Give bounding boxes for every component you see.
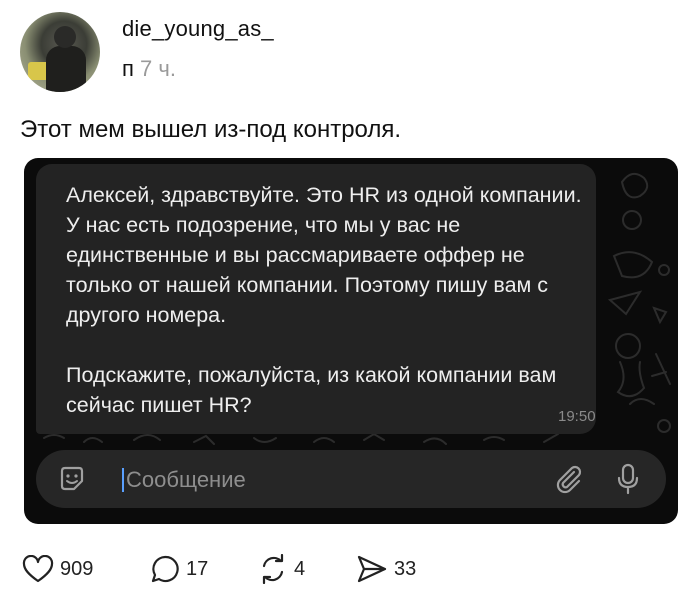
meta-prefix: п [122,56,134,81]
share-count: 33 [394,557,417,580]
message-input-bar[interactable]: Сообщение [36,450,666,508]
attach-icon[interactable] [554,464,584,494]
message-time: 19:50 [558,408,596,425]
post-meta: п 7 ч. [122,56,176,82]
message-input[interactable]: Сообщение [126,467,246,493]
share-button[interactable]: 33 [356,554,416,584]
chat-screenshot: Алексей, здравствуйте. Это HR из одной к… [24,158,678,524]
avatar-photo-detail [54,26,76,48]
post-actions: 909 17 4 33 [22,554,442,584]
repost-icon [262,554,284,584]
like-count: 909 [60,557,94,580]
comment-count: 17 [186,557,209,580]
avatar[interactable] [20,12,100,92]
comment-button[interactable]: 17 [150,554,208,584]
avatar-photo-detail [46,46,86,92]
repost-button[interactable]: 4 [258,554,305,584]
post-header: die_young_as_ п 7 ч. [20,12,680,92]
text-caret [122,468,124,492]
share-icon [357,555,387,583]
repost-count: 4 [294,557,306,580]
post-text: Этот мем вышел из-под контроля. [20,116,402,143]
username[interactable]: die_young_as_ [122,16,274,42]
message-paragraph: Алексей, здравствуйте. Это HR из одной к… [66,183,582,327]
like-button[interactable]: 909 [22,554,93,584]
incoming-message-bubble[interactable]: Алексей, здравствуйте. Это HR из одной к… [36,164,596,434]
message-paragraph: Подскажите, пожалуйста, из какой компани… [66,363,557,417]
heart-icon [22,555,54,583]
post-timestamp: 7 ч. [140,56,176,81]
mic-icon[interactable] [616,463,640,495]
message-text: Алексей, здравствуйте. Это HR из одной к… [66,180,586,420]
comment-icon [151,555,179,583]
sticker-icon[interactable] [58,465,86,493]
